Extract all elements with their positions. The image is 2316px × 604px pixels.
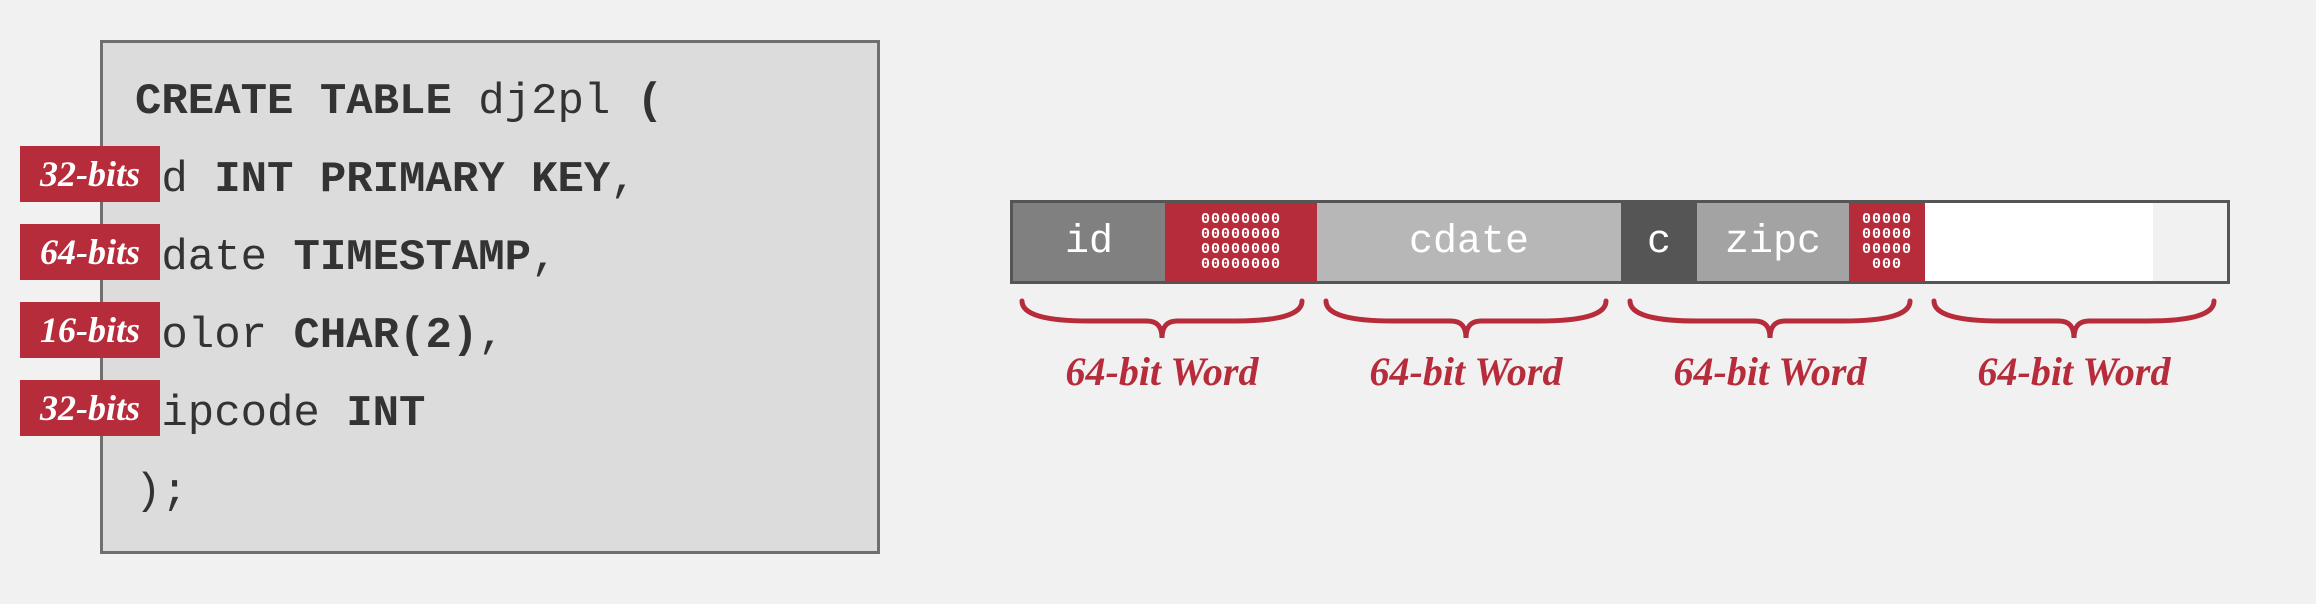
word-label: 64-bit Word [1010, 348, 1314, 395]
sql-column-row: cdate TIMESTAMP, [135, 219, 849, 297]
sql-column-row: color CHAR(2), [135, 297, 849, 375]
sql-line-create: CREATE TABLE dj2pl ( [135, 63, 849, 141]
memory-bar: id 00000000 00000000 00000000 00000000 c… [1010, 200, 2230, 284]
sql-col-term: , [610, 155, 636, 205]
slot-color: c [1621, 203, 1697, 281]
slot-zipcode: zipc [1697, 203, 1849, 281]
slot-id: id [1013, 203, 1165, 281]
sql-column-row: id INT PRIMARY KEY, [135, 141, 849, 219]
bit-size-tag: 16-bits [20, 302, 160, 358]
sql-open-paren: ( [637, 77, 663, 127]
sql-col-type: CHAR(2) [293, 311, 478, 361]
brace-icon [1321, 296, 1611, 344]
word-brace: 64-bit Word [1314, 296, 1618, 395]
word-braces: 64-bit Word 64-bit Word 64-bit Word 64-b… [1010, 296, 2230, 395]
sql-column-row: zipcode INT [135, 375, 849, 453]
sql-col-term: , [478, 311, 504, 361]
slot-unused [1925, 203, 2153, 281]
brace-icon [1929, 296, 2219, 344]
bit-size-tags: 32-bits 64-bits 16-bits 32-bits [20, 146, 160, 458]
word-label: 64-bit Word [1618, 348, 1922, 395]
sql-col-type: INT PRIMARY KEY [214, 155, 610, 205]
sql-code-box: CREATE TABLE dj2pl ( id INT PRIMARY KEY,… [100, 40, 880, 554]
word-brace: 64-bit Word [1010, 296, 1314, 395]
memory-layout: id 00000000 00000000 00000000 00000000 c… [1010, 200, 2230, 395]
word-brace: 64-bit Word [1922, 296, 2226, 395]
slot-padding: 00000000 00000000 00000000 00000000 [1165, 203, 1317, 281]
brace-icon [1017, 296, 1307, 344]
slot-cdate: cdate [1317, 203, 1621, 281]
sql-table-name: dj2pl [478, 77, 610, 127]
sql-col-term: , [531, 233, 557, 283]
sql-keyword-create: CREATE TABLE [135, 77, 452, 127]
slot-padding: 00000 00000 00000 000 [1849, 203, 1925, 281]
sql-close-paren: ); [135, 453, 849, 531]
bit-size-tag: 32-bits [20, 146, 160, 202]
sql-col-type: INT [346, 389, 425, 439]
word-label: 64-bit Word [1922, 348, 2226, 395]
brace-icon [1625, 296, 1915, 344]
sql-definition: 32-bits 64-bits 16-bits 32-bits CREATE T… [100, 40, 880, 554]
word-label: 64-bit Word [1314, 348, 1618, 395]
sql-col-type: TIMESTAMP [293, 233, 531, 283]
bit-size-tag: 32-bits [20, 380, 160, 436]
sql-col-name: zipcode [135, 389, 320, 439]
word-brace: 64-bit Word [1618, 296, 1922, 395]
bit-size-tag: 64-bits [20, 224, 160, 280]
